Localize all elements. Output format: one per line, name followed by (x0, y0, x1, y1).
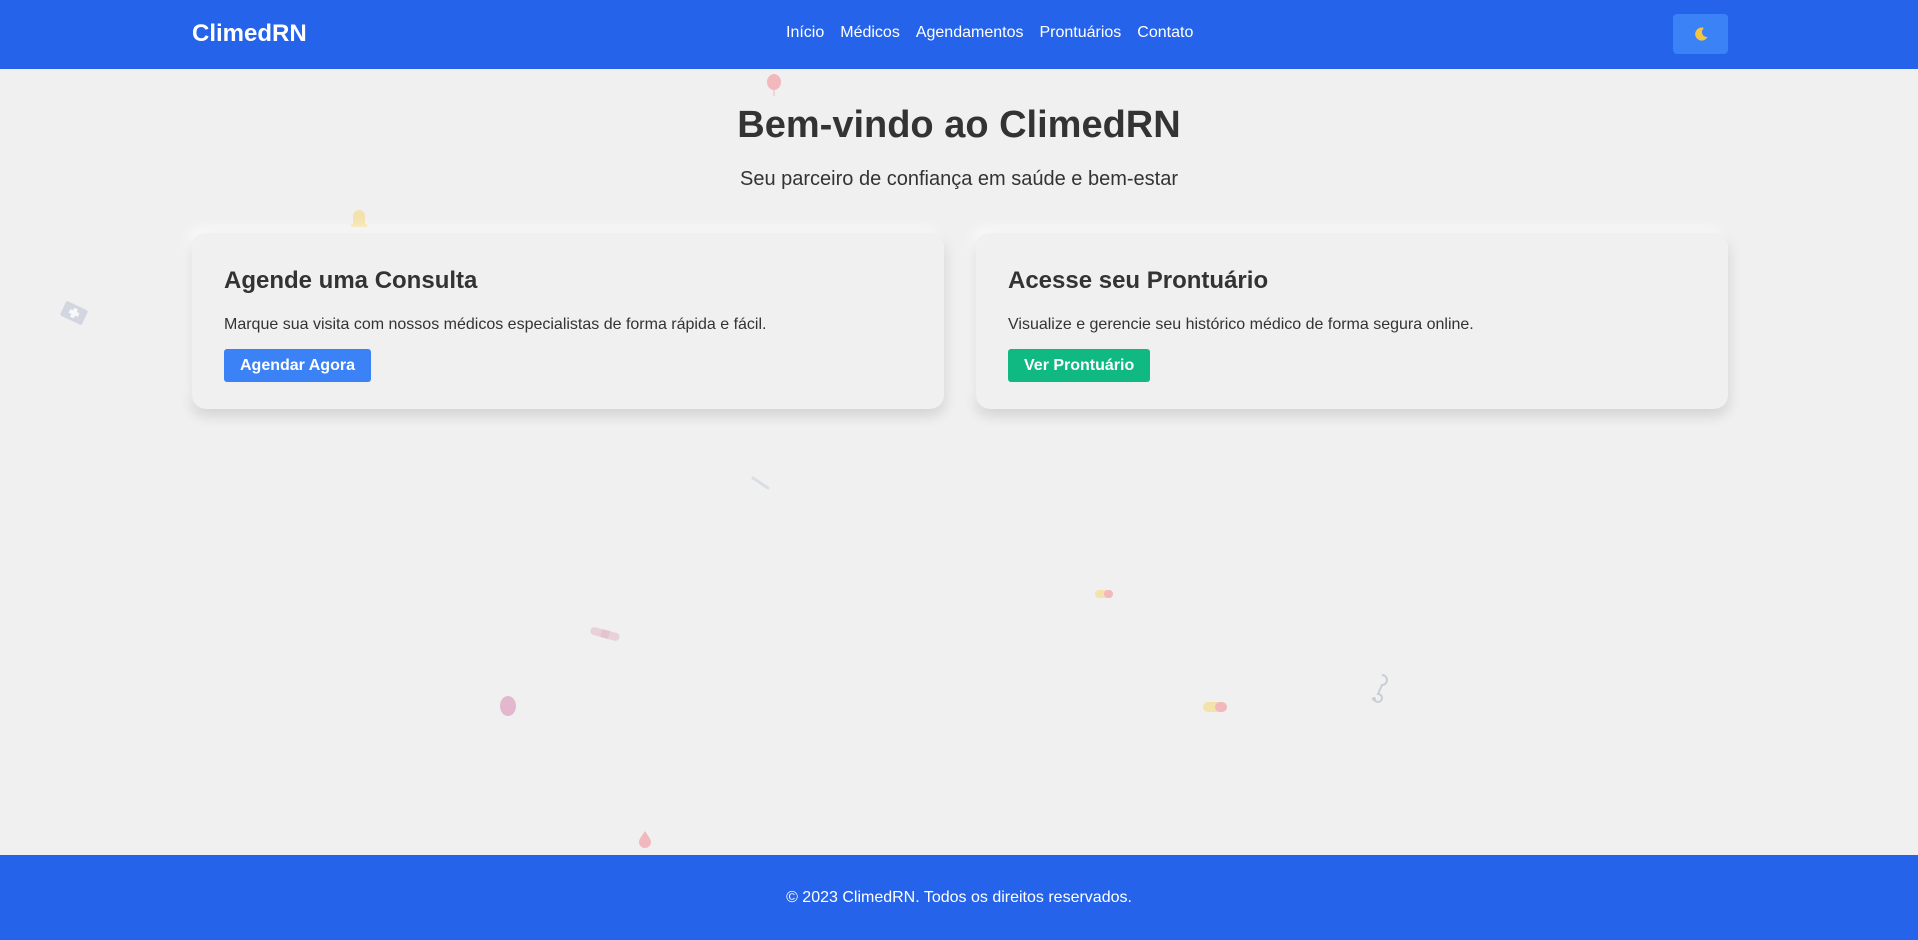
page: ClimedRN Início Médicos Agendamentos Pro… (0, 0, 1918, 940)
nav-link-prontuarios[interactable]: Prontuários (1039, 24, 1121, 42)
nav-link-medicos[interactable]: Médicos (840, 24, 900, 42)
appointment-card: Agende uma Consulta Marque sua visita co… (192, 233, 944, 409)
bell-decoration-icon (351, 210, 367, 227)
navbar: ClimedRN Início Médicos Agendamentos Pro… (0, 0, 1918, 69)
heart-decoration-icon (500, 696, 516, 716)
nav-links: Início Médicos Agendamentos Prontuários … (786, 24, 1193, 42)
medical-record-card-text: Visualize e gerencie seu histórico médic… (1008, 316, 1474, 333)
pill-decoration-icon (1095, 590, 1113, 598)
nav-link-agendamentos[interactable]: Agendamentos (916, 24, 1024, 42)
theme-toggle-button[interactable] (1673, 14, 1728, 54)
nav-link-contato[interactable]: Contato (1137, 24, 1193, 42)
nav-link-inicio[interactable]: Início (786, 24, 824, 42)
first-aid-kit-decoration-icon (60, 301, 88, 325)
page-title: Bem-vindo ao ClimedRN (737, 104, 1181, 146)
page-subtitle: Seu parceiro de confiança em saúde e bem… (739, 168, 1179, 190)
drop-decoration-icon (639, 831, 651, 848)
syringe-decoration-icon (751, 476, 770, 490)
stethoscope-decoration-icon (1372, 674, 1388, 703)
footer-copyright: © 2023 ClimedRN. Todos os direitos reser… (786, 889, 1132, 906)
brand-logo[interactable]: ClimedRN (192, 20, 307, 48)
appointment-card-title: Agende uma Consulta (224, 267, 478, 294)
balloon-decoration-icon (767, 74, 781, 96)
medical-record-card: Acesse seu Prontuário Visualize e gerenc… (976, 233, 1728, 409)
appointment-card-text: Marque sua visita com nossos médicos esp… (224, 316, 767, 333)
bandage-decoration-icon (590, 627, 620, 641)
view-record-button[interactable]: Ver Prontuário (1008, 349, 1151, 382)
capsule-decoration-icon (1203, 702, 1227, 712)
moon-icon (1694, 27, 1707, 41)
schedule-now-button[interactable]: Agendar Agora (224, 349, 371, 382)
footer: © 2023 ClimedRN. Todos os direitos reser… (0, 855, 1918, 940)
medical-record-card-title: Acesse seu Prontuário (1008, 267, 1269, 294)
